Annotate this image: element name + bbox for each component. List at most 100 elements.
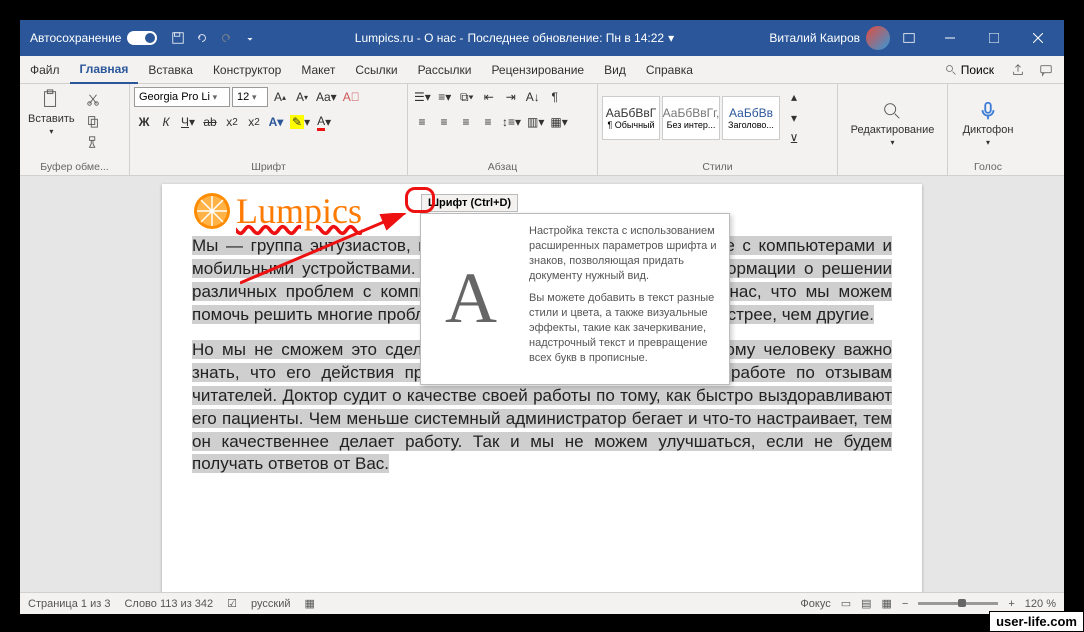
grow-font-button[interactable]: A▴ <box>270 87 290 107</box>
font-size-combo[interactable]: 12▾ <box>232 87 268 107</box>
superscript-button[interactable]: x2 <box>244 112 264 132</box>
tab-mailings[interactable]: Рассылки <box>408 56 482 84</box>
autosave-label: Автосохранение <box>30 31 121 45</box>
tab-layout[interactable]: Макет <box>291 56 345 84</box>
borders-button[interactable]: ▦▾ <box>548 112 569 132</box>
number-list-button[interactable]: ≡▾ <box>435 87 455 107</box>
styles-more-icon[interactable]: ⊻ <box>784 129 804 149</box>
view-print-icon[interactable]: ▤ <box>861 597 871 610</box>
bold-button[interactable]: Ж <box>134 112 154 132</box>
focus-mode-button[interactable]: Фокус <box>800 598 830 610</box>
text-effects-button[interactable]: A▾ <box>266 112 286 132</box>
accessibility-icon[interactable]: ▦ <box>305 597 315 610</box>
style-heading[interactable]: АаБбВв Заголово... <box>722 96 780 140</box>
toggle-off-icon[interactable] <box>127 31 157 45</box>
sort-button[interactable]: A↓ <box>523 87 543 107</box>
font-name-value: Georgia Pro Li <box>139 91 210 103</box>
strikethrough-button[interactable]: ab <box>200 112 220 132</box>
decrease-indent-button[interactable]: ⇤ <box>479 87 499 107</box>
tab-view[interactable]: Вид <box>594 56 636 84</box>
view-read-icon[interactable]: ▭ <box>841 597 851 610</box>
tooltip-title: Шрифт (Ctrl+D) <box>421 194 518 212</box>
paste-button[interactable]: Вставить ▾ <box>24 87 79 138</box>
spellcheck-icon[interactable]: ☑ <box>227 597 237 610</box>
tab-review[interactable]: Рецензирование <box>481 56 594 84</box>
style-normal[interactable]: АаБбВвГ ¶ Обычный <box>602 96 660 140</box>
bullet-list-button[interactable]: ☰▾ <box>412 87 433 107</box>
styles-down-icon[interactable]: ▾ <box>784 108 804 128</box>
subscript-button[interactable]: x2 <box>222 112 242 132</box>
user-account[interactable]: Виталий Каиров <box>769 26 890 50</box>
autosave-toggle[interactable]: Автосохранение <box>24 31 163 45</box>
undo-icon[interactable] <box>193 29 211 47</box>
doc-name: Lumpics.ru - О нас - <box>355 31 464 45</box>
tooltip-para2: Вы можете добавить в текст разные стили … <box>529 291 721 365</box>
styles-up-icon[interactable]: ▴ <box>784 87 804 107</box>
group-font: Georgia Pro Li▾ 12▾ A▴ A▾ Aa▾ A⃠ Ж К Ч▾ … <box>130 84 408 175</box>
search-label: Поиск <box>961 63 994 77</box>
style-nospacing[interactable]: АаБбВвГг, Без интер... <box>662 96 720 140</box>
style-normal-label: ¶ Обычный <box>607 120 654 130</box>
shading-button[interactable]: ▥▾ <box>525 112 546 132</box>
view-web-icon[interactable]: ▦ <box>882 597 892 610</box>
show-marks-button[interactable]: ¶ <box>545 87 565 107</box>
shrink-font-button[interactable]: A▾ <box>292 87 312 107</box>
underline-button[interactable]: Ч▾ <box>178 112 198 132</box>
chevron-down-icon[interactable]: ▾ <box>668 31 674 45</box>
tab-file[interactable]: Файл <box>20 56 70 84</box>
user-name: Виталий Каиров <box>769 31 860 45</box>
styles-group-label: Стили <box>602 160 833 175</box>
status-language[interactable]: русский <box>251 598 290 610</box>
clear-formatting-button[interactable]: A⃠ <box>341 87 362 107</box>
zoom-slider[interactable] <box>918 602 998 605</box>
multilevel-list-button[interactable]: ⧉▾ <box>457 87 477 107</box>
qat-dropdown-icon[interactable] <box>241 29 259 47</box>
share-button[interactable] <box>1006 58 1030 82</box>
zoom-out-button[interactable]: − <box>902 598 908 610</box>
font-name-combo[interactable]: Georgia Pro Li▾ <box>134 87 230 107</box>
tab-design[interactable]: Конструктор <box>203 56 291 84</box>
titlebar: Автосохранение Lumpics.ru - О нас - Посл… <box>20 20 1064 56</box>
watermark: user-life.com <box>989 611 1084 632</box>
close-button[interactable] <box>1016 20 1060 56</box>
align-center-button[interactable]: ≡ <box>434 112 454 132</box>
cut-button[interactable] <box>83 90 103 110</box>
ribbon-options-icon[interactable] <box>900 29 918 47</box>
font-color-button[interactable]: A▾ <box>314 112 334 132</box>
tab-insert[interactable]: Вставка <box>138 56 203 84</box>
italic-button[interactable]: К <box>156 112 176 132</box>
search-button[interactable]: Поиск <box>937 63 1002 77</box>
status-page[interactable]: Страница 1 из 3 <box>28 598 110 610</box>
tab-help[interactable]: Справка <box>636 56 703 84</box>
format-painter-button[interactable] <box>83 132 103 152</box>
align-right-button[interactable]: ≡ <box>456 112 476 132</box>
align-left-button[interactable]: ≡ <box>412 112 432 132</box>
redo-icon[interactable] <box>217 29 235 47</box>
save-icon[interactable] <box>169 29 187 47</box>
zoom-level[interactable]: 120 % <box>1025 598 1056 610</box>
voice-group-label: Голос <box>952 160 1024 175</box>
editing-label: Редактирование <box>851 124 935 136</box>
tab-references[interactable]: Ссылки <box>345 56 407 84</box>
status-words[interactable]: Слово 113 из 342 <box>124 598 213 610</box>
line-spacing-button[interactable]: ↕≡▾ <box>500 112 523 132</box>
highlight-button[interactable]: ✎▾ <box>288 112 312 132</box>
maximize-button[interactable] <box>972 20 1016 56</box>
comments-button[interactable] <box>1034 58 1058 82</box>
editing-button[interactable]: Редактирование ▾ <box>847 98 939 149</box>
titlebar-right: Виталий Каиров <box>769 20 1060 56</box>
minimize-button[interactable] <box>928 20 972 56</box>
style-normal-preview: АаБбВвГ <box>606 106 656 120</box>
tooltip-body: Настройка текста с использованием расшир… <box>521 214 729 384</box>
group-paragraph: ☰▾ ≡▾ ⧉▾ ⇤ ⇥ A↓ ¶ ≡ ≡ ≡ ≡ ↕≡▾ ▥▾ ▦▾ <box>408 84 598 175</box>
font-dialog-tooltip: Шрифт (Ctrl+D) А Настройка текста с испо… <box>420 213 730 385</box>
zoom-in-button[interactable]: + <box>1008 598 1014 610</box>
copy-button[interactable] <box>83 111 103 131</box>
align-justify-button[interactable]: ≡ <box>478 112 498 132</box>
tab-home[interactable]: Главная <box>70 56 139 84</box>
change-case-button[interactable]: Aa▾ <box>314 87 339 107</box>
dictate-button[interactable]: Диктофон ▾ <box>959 98 1018 149</box>
avatar <box>866 26 890 50</box>
increase-indent-button[interactable]: ⇥ <box>501 87 521 107</box>
group-styles: АаБбВвГ ¶ Обычный АаБбВвГг, Без интер...… <box>598 84 838 175</box>
